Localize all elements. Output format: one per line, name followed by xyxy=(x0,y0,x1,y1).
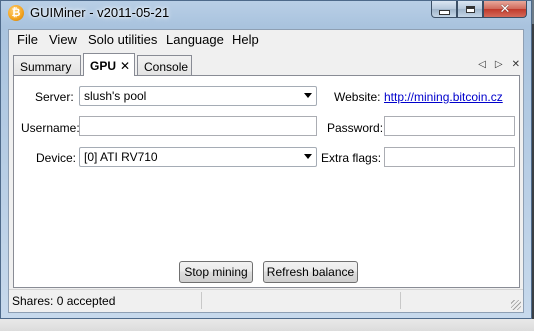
menu-help[interactable]: Help xyxy=(232,32,259,47)
minimize-icon xyxy=(438,9,450,15)
tab-summary-label: Summary xyxy=(20,60,72,74)
close-button[interactable]: ✕ xyxy=(483,1,527,18)
tab-prev-icon[interactable]: ◁ xyxy=(478,59,486,70)
maximize-button[interactable] xyxy=(457,1,483,18)
stop-mining-button[interactable]: Stop mining xyxy=(179,261,253,283)
device-select[interactable]: [0] ATI RV710 xyxy=(79,147,317,167)
menu-view[interactable]: View xyxy=(49,32,77,47)
chevron-down-icon xyxy=(304,93,312,98)
tab-gpu-label: GPU xyxy=(90,59,117,73)
server-label: Server: xyxy=(35,90,74,104)
caption-buttons: ✕ xyxy=(431,1,527,19)
menu-solo-utilities[interactable]: Solo utilities xyxy=(88,32,157,47)
client-area: File View Solo utilities Language Help S… xyxy=(8,29,524,313)
tab-navigation: ◁ ▷ ✕ xyxy=(469,59,520,70)
window-title: GUIMiner - v2011-05-21 xyxy=(30,5,170,20)
status-divider xyxy=(201,292,202,309)
maximize-icon xyxy=(465,5,475,13)
extra-flags-label: Extra flags: xyxy=(321,151,382,165)
website-label: Website: xyxy=(334,90,381,104)
password-label: Password: xyxy=(327,121,384,135)
tab-console-label: Console xyxy=(144,60,189,74)
tab-close-all-icon[interactable]: ✕ xyxy=(512,59,520,70)
tab-close-icon[interactable]: ✕ xyxy=(120,59,130,73)
app-window: ₿ GUIMiner - v2011-05-21 ✕ File View Sol… xyxy=(0,0,532,319)
tab-summary[interactable]: Summary xyxy=(13,55,81,75)
title-bar[interactable]: ₿ GUIMiner - v2011-05-21 ✕ xyxy=(1,1,531,25)
password-field[interactable] xyxy=(384,116,515,136)
shares-status: Shares: 0 accepted xyxy=(12,294,116,308)
menu-bar: File View Solo utilities Language Help xyxy=(9,30,523,49)
server-select[interactable]: slush's pool xyxy=(79,86,317,106)
menu-language[interactable]: Language xyxy=(166,32,224,47)
refresh-balance-button[interactable]: Refresh balance xyxy=(263,261,358,283)
username-label: Username: xyxy=(21,121,80,135)
close-icon: ✕ xyxy=(499,1,511,17)
device-select-value: [0] ATI RV710 xyxy=(84,150,158,164)
tab-console[interactable]: Console xyxy=(137,55,192,75)
status-bar: Shares: 0 accepted xyxy=(9,289,523,312)
menu-file[interactable]: File xyxy=(17,32,38,47)
tab-next-icon[interactable]: ▷ xyxy=(495,59,503,70)
extra-flags-field[interactable] xyxy=(384,147,515,167)
miner-notebook: Summary GPU ✕ Console ◁ ▷ ✕ Server: slush's… xyxy=(13,50,520,288)
minimize-button[interactable] xyxy=(431,1,457,18)
username-field[interactable] xyxy=(79,116,317,136)
server-select-value: slush's pool xyxy=(84,89,147,103)
tab-gpu[interactable]: GPU ✕ xyxy=(83,53,135,76)
bitcoin-icon: ₿ xyxy=(8,5,24,21)
tab-strip: Summary GPU ✕ Console ◁ ▷ ✕ xyxy=(13,53,520,76)
chevron-down-icon xyxy=(304,154,312,159)
status-divider xyxy=(400,292,401,309)
desktop-background-bottom xyxy=(0,319,534,331)
device-label: Device: xyxy=(36,151,77,165)
gpu-page: Server: slush's pool Website: http://min… xyxy=(13,75,520,288)
website-link[interactable]: http://mining.bitcoin.cz xyxy=(384,90,503,104)
resize-grip[interactable] xyxy=(511,300,521,310)
